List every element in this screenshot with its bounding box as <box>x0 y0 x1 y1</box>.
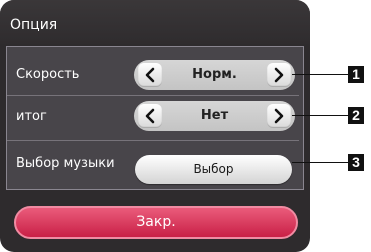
options-dialog: Опция Скорость Норм. итог Нет Выбор музы… <box>0 0 310 252</box>
speed-next-button[interactable] <box>267 63 291 87</box>
music-select-button[interactable]: Выбор <box>135 155 292 184</box>
result-selector[interactable]: Нет <box>134 101 295 131</box>
speed-selector[interactable]: Норм. <box>134 60 295 90</box>
callout-line-1 <box>292 74 348 75</box>
row-divider <box>7 140 299 141</box>
chevron-right-icon <box>274 67 284 83</box>
result-value: Нет <box>200 108 229 123</box>
close-button[interactable]: Закр. <box>14 206 298 239</box>
dialog-header: Опция <box>0 0 310 44</box>
music-select-label: Выбор музыки <box>16 156 115 171</box>
callout-line-3 <box>292 162 348 163</box>
result-next-button[interactable] <box>267 104 291 128</box>
speed-label: Скорость <box>16 67 80 82</box>
result-prev-button[interactable] <box>138 104 162 128</box>
callout-line-2 <box>292 115 348 116</box>
speed-prev-button[interactable] <box>138 63 162 87</box>
chevron-right-icon <box>274 108 284 124</box>
dialog-title: Опция <box>10 17 58 33</box>
speed-value: Норм. <box>192 67 237 82</box>
callout-badge-2: 2 <box>348 107 364 124</box>
chevron-left-icon <box>145 67 155 83</box>
callout-badge-3: 3 <box>348 154 364 171</box>
row-divider <box>7 95 299 96</box>
chevron-left-icon <box>145 108 155 124</box>
result-label: итог <box>16 109 47 124</box>
callout-badge-1: 1 <box>348 66 364 83</box>
